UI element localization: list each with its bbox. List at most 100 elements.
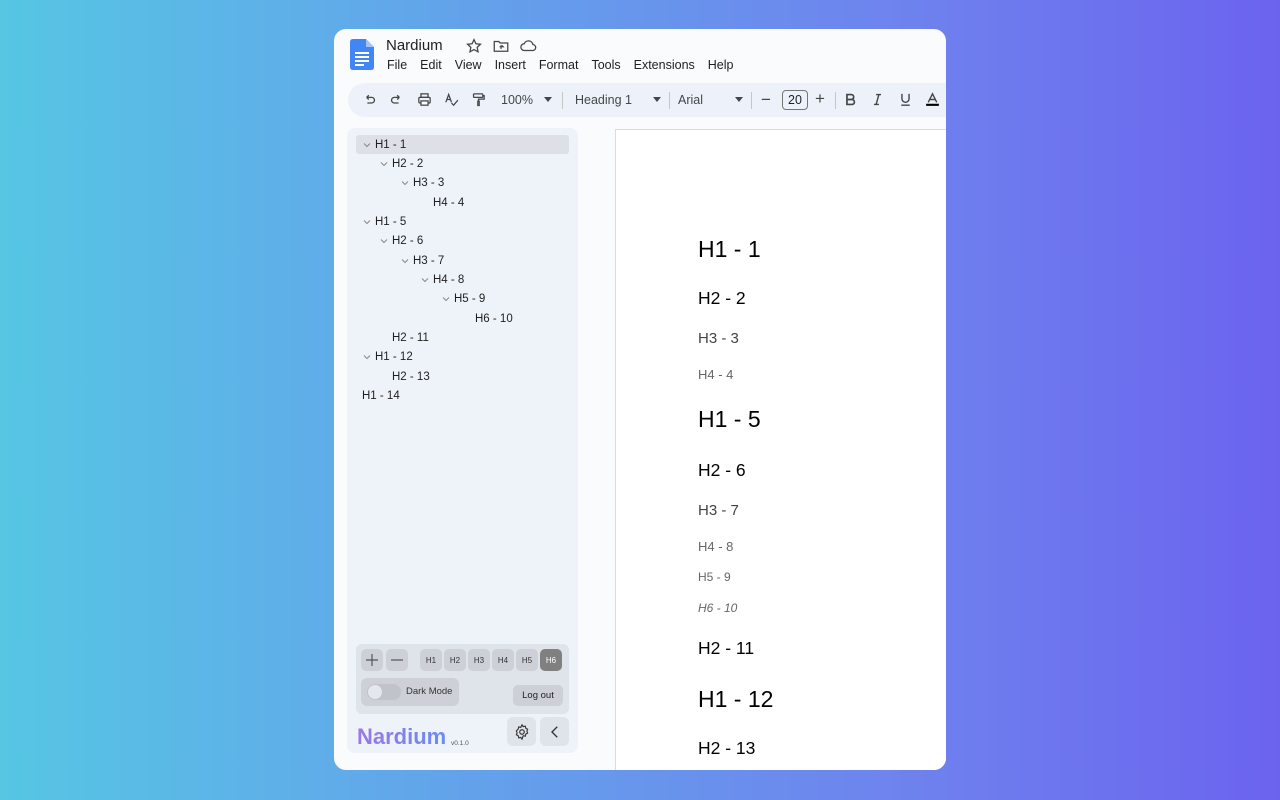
chevron-down-icon[interactable] xyxy=(400,178,410,188)
chevron-down-icon[interactable] xyxy=(379,159,389,169)
outline-item-label: H1 - 5 xyxy=(375,215,407,228)
outline-item-label: H5 - 9 xyxy=(454,293,486,306)
document-heading-h3[interactable]: H3 - 3 xyxy=(698,330,739,347)
outline-item[interactable]: H1 - 12 xyxy=(362,348,413,367)
document-page[interactable]: H1 - 1 H2 - 2 H3 - 3 H4 - 4 H1 - 5 H2 - 6 H3 -… xyxy=(615,129,946,770)
outline-item[interactable]: H1 - 5 xyxy=(362,212,406,231)
spellcheck-button[interactable] xyxy=(443,91,460,108)
chevron-down-icon[interactable] xyxy=(441,294,451,304)
undo-button[interactable] xyxy=(361,91,378,108)
outline-item-label: H3 - 7 xyxy=(413,254,445,267)
document-title[interactable]: Nardium xyxy=(386,37,443,54)
bold-button[interactable] xyxy=(842,91,859,108)
decrease-font-size-button[interactable]: − xyxy=(761,90,771,110)
chevron-down-icon[interactable] xyxy=(362,217,372,227)
dark-mode-toggle[interactable]: Dark Mode xyxy=(361,678,459,706)
level-h2-button[interactable]: H2 xyxy=(444,649,466,671)
zoom-caret-icon xyxy=(544,97,552,102)
zoom-select[interactable]: 100% xyxy=(501,93,533,107)
chevron-down-icon[interactable] xyxy=(379,236,389,246)
document-heading-h1[interactable]: H1 - 5 xyxy=(698,406,761,433)
app-window: Nardium File Edit View Insert Format Too… xyxy=(334,29,946,770)
outline-item-label: H2 - 13 xyxy=(392,370,430,383)
chevron-down-icon[interactable] xyxy=(420,275,430,285)
level-h1-button[interactable]: H1 xyxy=(420,649,442,671)
menu-help[interactable]: Help xyxy=(708,58,734,72)
document-heading-h4[interactable]: H4 - 8 xyxy=(698,539,733,554)
dark-mode-switch[interactable] xyxy=(367,684,401,700)
star-icon[interactable] xyxy=(465,37,483,55)
redo-icon xyxy=(390,94,400,104)
font-size-input[interactable]: 20 xyxy=(782,90,808,110)
outline-item[interactable]: H4 - 4 xyxy=(420,193,464,212)
chevron-down-icon[interactable] xyxy=(362,352,372,362)
collapse-sidebar-button[interactable] xyxy=(540,717,569,746)
outline-item[interactable]: H4 - 8 xyxy=(420,270,464,289)
level-h5-button[interactable]: H5 xyxy=(516,649,538,671)
outline-item[interactable]: H2 - 13 xyxy=(379,367,430,386)
outline-item-label: H3 - 3 xyxy=(413,177,445,190)
document-heading-h2[interactable]: H2 - 6 xyxy=(698,460,746,481)
outline-item-label: H6 - 10 xyxy=(475,312,513,325)
underline-button[interactable] xyxy=(897,91,914,108)
nardium-sidebar: H1 - 1 H2 - 2 H3 - 3 H4 - 4 H1 - 5 H2 - 6 H3 -… xyxy=(347,128,578,753)
level-h6-button[interactable]: H6 xyxy=(540,649,562,671)
level-h4-button[interactable]: H4 xyxy=(492,649,514,671)
outline-item[interactable]: H1 - 1 xyxy=(356,135,569,154)
outline-item-label: H1 - 1 xyxy=(375,138,407,151)
outline-item-label: H4 - 4 xyxy=(433,196,465,209)
document-heading-h4[interactable]: H4 - 4 xyxy=(698,367,733,382)
chevron-down-icon[interactable] xyxy=(362,140,372,150)
outline-item[interactable]: H6 - 10 xyxy=(462,309,513,328)
paint-format-button[interactable] xyxy=(470,91,487,108)
style-select[interactable]: Heading 1 xyxy=(575,93,632,107)
minus-icon xyxy=(391,659,403,661)
italic-button[interactable] xyxy=(869,91,886,108)
version-label: v0.1.0 xyxy=(451,740,469,747)
document-heading-h1[interactable]: H1 - 12 xyxy=(698,686,773,713)
font-select[interactable]: Arial xyxy=(678,93,703,107)
print-button[interactable] xyxy=(416,91,433,108)
collapse-all-button[interactable] xyxy=(386,649,408,671)
spellcheck-icon xyxy=(445,92,459,107)
menu-view[interactable]: View xyxy=(455,58,482,72)
expand-all-button[interactable] xyxy=(361,649,383,671)
level-h3-button[interactable]: H3 xyxy=(468,649,490,671)
document-heading-h1[interactable]: H1 - 1 xyxy=(698,236,761,263)
menu-bar: File Edit View Insert Format Tools Exten… xyxy=(387,58,747,72)
menu-extensions[interactable]: Extensions xyxy=(634,58,695,72)
increase-font-size-button[interactable]: + xyxy=(815,89,825,109)
document-heading-h6[interactable]: H6 - 10 xyxy=(698,601,737,615)
divider xyxy=(751,92,752,109)
settings-button[interactable] xyxy=(507,717,536,746)
menu-insert[interactable]: Insert xyxy=(495,58,526,72)
document-heading-h5[interactable]: H5 - 9 xyxy=(698,570,731,584)
control-panel: H1 H2 H3 H4 H5 H6 Dark Mode Log out xyxy=(356,644,569,714)
menu-tools[interactable]: Tools xyxy=(591,58,620,72)
outline-item-label: H2 - 2 xyxy=(392,157,424,170)
outline-item[interactable]: H2 - 11 xyxy=(379,329,429,348)
cloud-status-icon[interactable] xyxy=(519,37,537,55)
outline-item[interactable]: H2 - 2 xyxy=(379,154,423,173)
outline-item[interactable]: H1 - 14 xyxy=(362,387,400,406)
menu-file[interactable]: File xyxy=(387,58,407,72)
bold-icon xyxy=(846,93,856,106)
document-heading-h3[interactable]: H3 - 7 xyxy=(698,502,739,519)
gear-icon xyxy=(515,723,528,740)
redo-button[interactable] xyxy=(388,91,405,108)
docs-logo-icon[interactable] xyxy=(350,39,374,70)
divider xyxy=(835,92,836,109)
menu-format[interactable]: Format xyxy=(539,58,579,72)
menu-edit[interactable]: Edit xyxy=(420,58,442,72)
outline-item[interactable]: H3 - 3 xyxy=(400,174,444,193)
logout-button[interactable]: Log out xyxy=(513,685,563,706)
outline-item[interactable]: H3 - 7 xyxy=(400,251,444,270)
chevron-down-icon[interactable] xyxy=(400,256,410,266)
move-folder-icon[interactable] xyxy=(492,37,510,55)
document-heading-h2[interactable]: H2 - 2 xyxy=(698,288,746,309)
outline-item[interactable]: H2 - 6 xyxy=(379,232,423,251)
document-heading-h2[interactable]: H2 - 13 xyxy=(698,738,755,759)
text-color-button[interactable] xyxy=(924,91,941,108)
outline-item[interactable]: H5 - 9 xyxy=(441,290,485,309)
document-heading-h2[interactable]: H2 - 11 xyxy=(698,638,754,659)
